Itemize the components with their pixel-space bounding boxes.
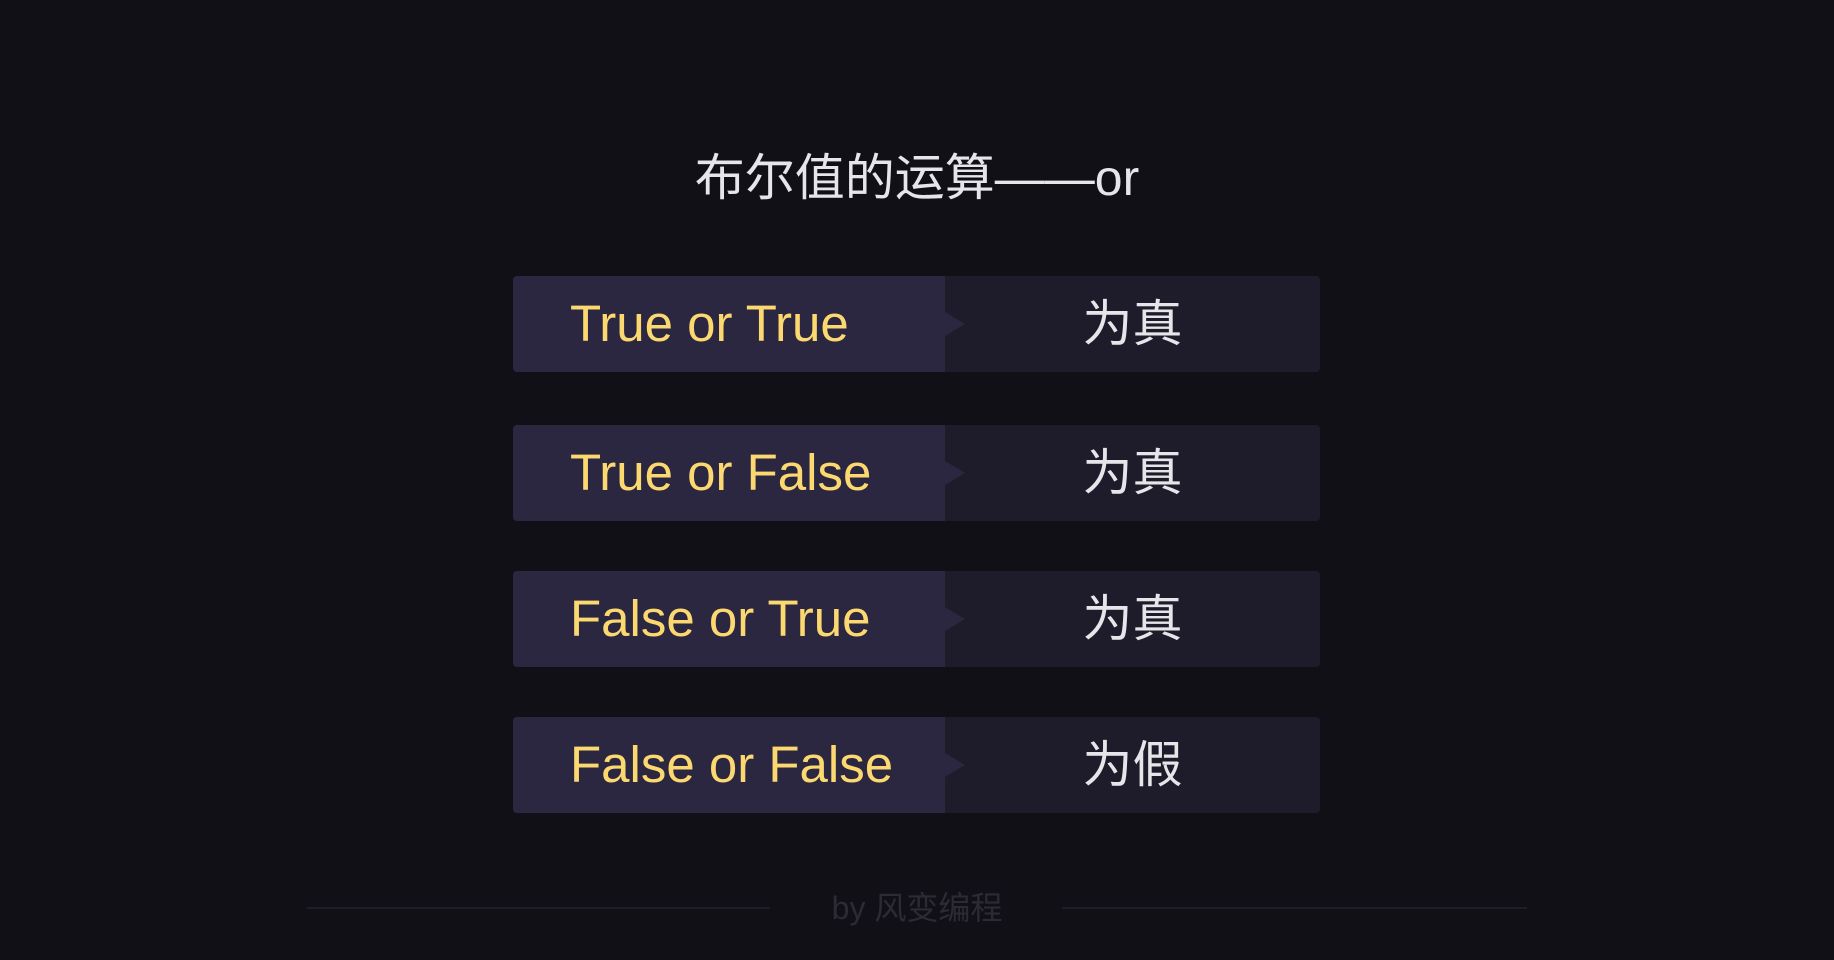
result: 为真 [1082,445,1183,501]
result: 为真 [1082,296,1183,352]
expression: False or True [570,590,871,647]
truth-row: False or True 为真 [513,571,1320,667]
truth-row: False or False 为假 [513,717,1320,813]
footer-credit: by 风变编程 [831,890,1003,926]
expression: True or False [570,444,872,501]
result: 为假 [1082,737,1183,793]
expression: True or True [570,295,849,352]
result: 为真 [1082,591,1183,647]
expression: False or False [570,736,894,793]
truth-row: True or False 为真 [513,425,1320,521]
truth-row: True or True 为真 [513,276,1320,372]
page-title: 布尔值的运算——or [694,150,1140,206]
